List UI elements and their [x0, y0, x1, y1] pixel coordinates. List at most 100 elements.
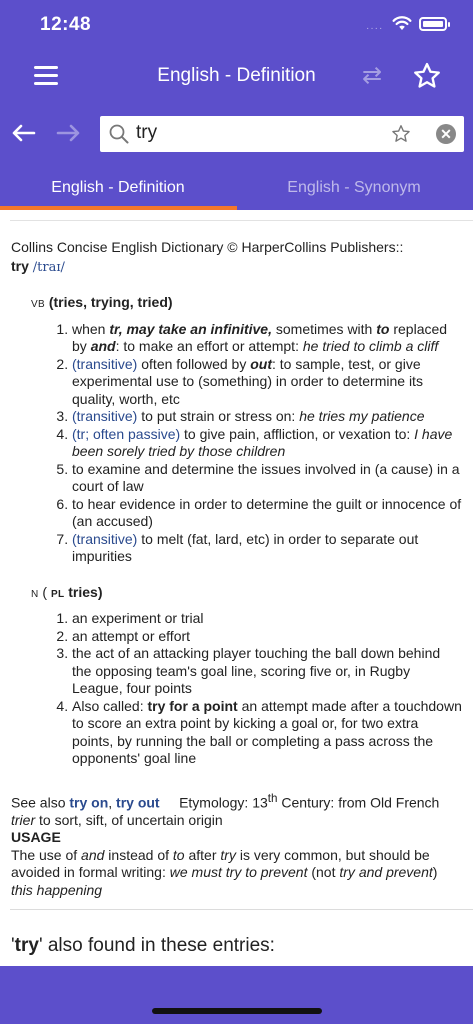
sense-text: often followed by — [137, 355, 251, 372]
sense-item: to hear evidence in order to determine t… — [72, 496, 463, 531]
sense-item: Also called: try for a point an attempt … — [72, 698, 463, 768]
sense-item: an attempt or effort — [72, 628, 463, 646]
verb-section-header: VB (tries, trying, tried) — [31, 294, 463, 314]
sense-item: (transitive) often followed by out: to s… — [72, 356, 463, 409]
search-icon — [109, 124, 129, 144]
bookmark-star-icon[interactable] — [390, 123, 412, 145]
sense-text: try and prevent — [339, 864, 433, 881]
sense-text: tr, may take an infinitive, — [109, 321, 272, 337]
pronunciation: /traɪ/ — [32, 259, 65, 275]
noun-plural-form: tries) — [68, 583, 103, 600]
sense-text: he tries my patience — [299, 408, 425, 424]
sense-text: after — [184, 846, 221, 863]
wifi-icon — [392, 16, 412, 30]
divider — [10, 220, 473, 221]
etymology-word: trier — [11, 811, 36, 828]
sense-text: out — [250, 356, 272, 372]
home-indicator[interactable] — [152, 1008, 322, 1014]
sense-text: to hear evidence in order to determine t… — [72, 495, 462, 530]
see-also-line: See also try on, try out Etymology: 13th… — [11, 791, 440, 828]
sense-text: and — [91, 338, 116, 354]
status-time: 12:48 — [40, 14, 92, 35]
emphasis-text: and — [90, 338, 116, 354]
sense-text: to — [376, 321, 389, 337]
status-bar: 12:48 ···· — [0, 0, 473, 50]
sense-text: we must try to prevent — [169, 864, 308, 881]
grammar-label: (transitive) — [72, 408, 138, 424]
emphasis-text: out — [250, 355, 272, 372]
clear-icon[interactable]: ✕ — [436, 124, 456, 144]
search-input[interactable] — [136, 122, 376, 144]
dictionary-entry: Collins Concise English Dictionary © Har… — [11, 239, 463, 899]
entry-headword-line: try /traɪ/ — [11, 258, 463, 277]
grammar-label: (transitive) — [72, 530, 138, 547]
see-also-label: See also — [11, 794, 66, 811]
swap-icon[interactable]: ⇄ — [358, 62, 386, 90]
tab-english-synonym[interactable]: English - Synonym — [236, 164, 472, 212]
sense-text: and — [81, 846, 105, 863]
sense-text: ) — [432, 864, 438, 881]
sense-text: The use of — [11, 846, 82, 863]
sense-text: : to make an effort or attempt: — [115, 338, 303, 354]
headword: try — [11, 257, 29, 274]
sense-text: try for a point — [147, 697, 238, 714]
section-divider — [10, 909, 473, 910]
usage-heading: USAGE — [11, 829, 61, 846]
emphasis-text: to — [376, 320, 390, 337]
sense-text: he tried to climb a cliff — [302, 338, 439, 354]
paren: ( — [42, 583, 48, 600]
page-title: English - Definition — [157, 65, 316, 86]
favorite-star-icon[interactable] — [412, 61, 442, 91]
bottom-bar — [0, 966, 473, 1024]
verb-senses-list: when tr, may take an infinitive, sometim… — [72, 321, 463, 566]
forward-arrow-icon[interactable] — [54, 118, 84, 148]
sense-item: (tr; often passive) to give pain, afflic… — [72, 426, 463, 461]
sense-text: to put strain or stress on: — [137, 408, 300, 424]
usage-text: The use of and instead of to after try i… — [11, 847, 463, 900]
etymology-text: Century: from Old French — [277, 794, 440, 811]
sense-text: an experiment or trial — [72, 610, 204, 626]
etymology-superscript: th — [267, 791, 278, 805]
sense-item: the act of an attacking player touching … — [72, 645, 463, 698]
part-of-speech: N — [31, 588, 39, 600]
sense-text: instead of — [104, 846, 173, 863]
nav-bar: English - Definition ⇄ — [0, 50, 473, 102]
sense-text: Also called: — [72, 697, 148, 714]
sense-item: (transitive) to melt (fat, lard, etc) in… — [72, 531, 463, 566]
sense-text: try — [220, 846, 236, 863]
sense-text: this happening — [11, 881, 103, 898]
sense-text: when — [72, 320, 110, 337]
tab-english-definition[interactable]: English - Definition — [0, 164, 236, 212]
found-text: ' also found in these entries: — [38, 935, 275, 956]
dictionary-source: Collins Concise English Dictionary © Har… — [11, 239, 404, 255]
sense-text: the act of an attacking player touching … — [72, 645, 441, 696]
noun-senses-list: an experiment or trialan attempt or effo… — [72, 610, 463, 768]
part-of-speech: VB — [31, 299, 45, 310]
noun-section-header: N ( PL tries) — [31, 584, 463, 604]
battery-icon — [419, 17, 450, 31]
definition-content[interactable]: Collins Concise English Dictionary © Har… — [0, 210, 473, 966]
etymology-label: Etymology: 13 — [179, 794, 268, 811]
found-word: try — [14, 935, 39, 956]
sense-text: an attempt or effort — [72, 627, 191, 644]
sense-item: an experiment or trial — [72, 610, 463, 628]
search-row: ✕ — [0, 102, 473, 164]
etymology-rest: to sort, sift, of uncertain origin — [35, 811, 223, 828]
sense-text: to — [172, 846, 185, 863]
cellular-signal-icon: ···· — [366, 23, 384, 34]
grammar-label: (transitive) — [72, 355, 138, 372]
emphasis-text: tr, may take an infinitive, — [109, 320, 272, 337]
plural-label: PL — [50, 588, 65, 600]
tab-bar: English - Definition English - Synonym — [0, 164, 473, 212]
link-try-on[interactable]: try on — [69, 794, 108, 810]
link-try-out[interactable]: try out — [116, 794, 160, 810]
sense-item: (transitive) to put strain or stress on:… — [72, 408, 463, 426]
back-arrow-icon[interactable] — [8, 118, 38, 148]
also-found-heading: 'try' also found in these entries: — [11, 935, 275, 957]
sense-text: sometimes with — [271, 320, 377, 337]
search-box[interactable]: ✕ — [100, 116, 464, 152]
sense-item: to examine and determine the issues invo… — [72, 461, 463, 496]
sense-text: to examine and determine the issues invo… — [72, 460, 460, 495]
verb-forms: (tries, trying, tried) — [48, 294, 173, 310]
sense-text: to give pain, affliction, or vexation to… — [180, 425, 415, 442]
